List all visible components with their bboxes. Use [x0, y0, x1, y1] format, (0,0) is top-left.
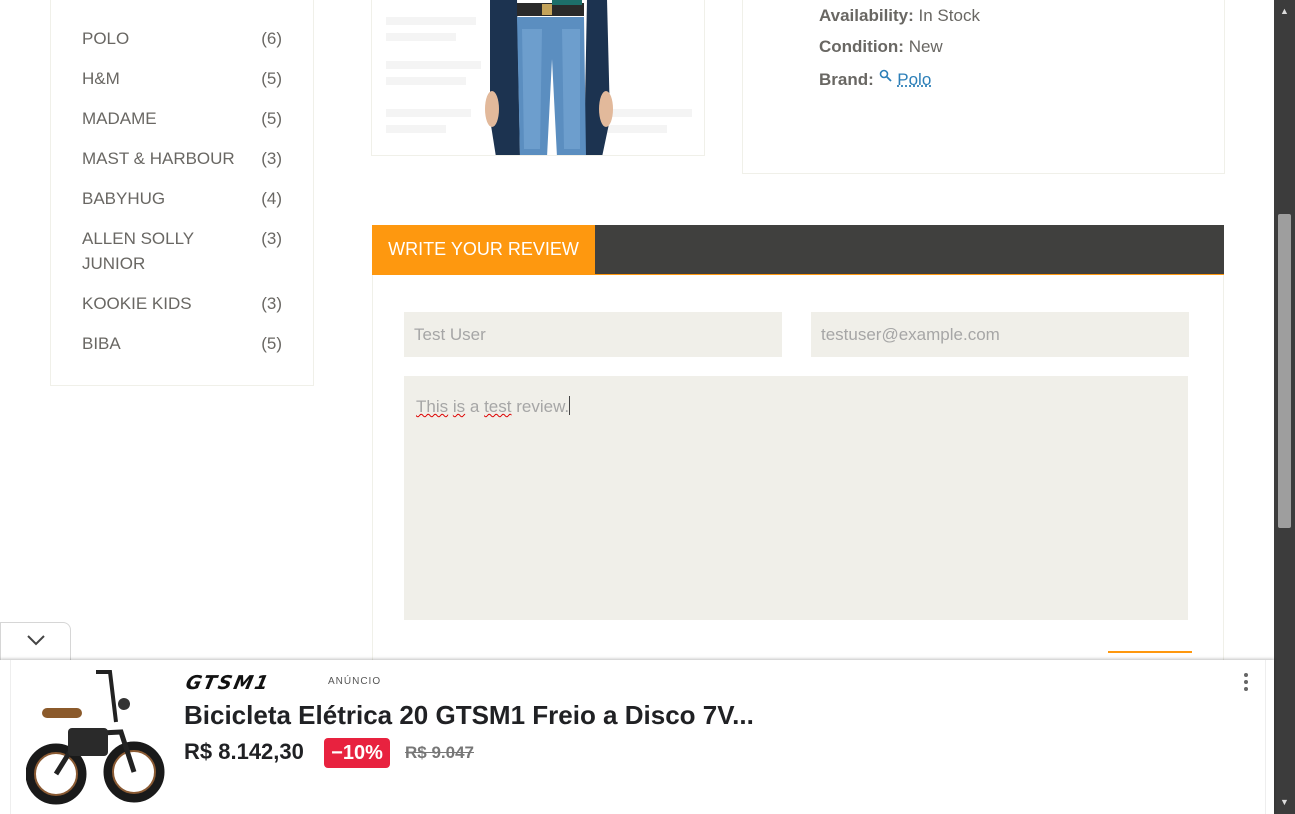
brand-name[interactable]: H&M: [82, 66, 252, 91]
chevron-down-icon: [27, 635, 45, 646]
ad-title[interactable]: Bicicleta Elétrica 20 GTSM1 Freio a Disc…: [184, 700, 754, 731]
brand-count: (5): [261, 109, 282, 128]
more-vert-icon[interactable]: [1238, 670, 1254, 694]
ad-product-image[interactable]: [26, 662, 176, 812]
brand-name[interactable]: KOOKIE KIDS: [82, 291, 252, 316]
brand-row: Brand: Polo: [819, 69, 931, 90]
ad-brand-logo[interactable]: GTSM1: [184, 672, 273, 694]
product-image-box: [371, 0, 705, 156]
arrow-up-icon[interactable]: ▲: [1274, 3, 1295, 20]
brand-count: (4): [261, 189, 282, 208]
scrollbar-thumb[interactable]: [1278, 214, 1291, 528]
brand-label: Brand:: [819, 70, 874, 89]
brand-count: (6): [261, 29, 282, 48]
condition-row: Condition: New: [819, 37, 943, 57]
ad-collapse-button[interactable]: [0, 622, 71, 660]
submit-button[interactable]: [1108, 651, 1192, 653]
arrow-down-icon[interactable]: ▼: [1274, 794, 1295, 811]
name-field[interactable]: Test User: [404, 312, 782, 357]
scrollbar[interactable]: ▲ ▼: [1274, 0, 1295, 814]
brand-name[interactable]: MADAME: [82, 106, 252, 131]
brand-link[interactable]: Polo: [897, 70, 931, 89]
availability-row: Availability: In Stock: [819, 6, 980, 26]
review-word: test: [484, 397, 512, 416]
brands-panel: POLO (6) H&M (5) MADAME (5) MAST & HARBO…: [50, 0, 314, 386]
search-icon: [879, 69, 892, 82]
email-field[interactable]: testuser@example.com: [811, 312, 1189, 357]
brand-name[interactable]: MAST & HARBOUR: [82, 146, 282, 171]
brand-count: (3): [261, 229, 282, 248]
brand-count: (3): [261, 294, 282, 313]
review-word: review.: [516, 397, 570, 416]
availability-label: Availability:: [819, 6, 914, 25]
brand-name[interactable]: POLO: [82, 26, 252, 51]
ad-price: R$ 8.142,30: [184, 739, 304, 764]
product-info-box: Availability: In Stock Condition: New Br…: [742, 0, 1225, 174]
review-word: a: [469, 397, 480, 416]
availability-value: In Stock: [918, 6, 980, 25]
product-image: [386, 0, 692, 155]
brand-name[interactable]: BABYHUG: [82, 186, 252, 211]
brand-count: (3): [261, 149, 282, 168]
review-textarea[interactable]: This is a test review.: [404, 376, 1188, 620]
ad-label: ANÚNCIO: [328, 676, 382, 687]
tab-write-review[interactable]: WRITE YOUR REVIEW: [372, 225, 595, 274]
brand-name[interactable]: BIBA: [82, 331, 252, 356]
condition-value: New: [908, 37, 943, 56]
review-word: is: [452, 397, 466, 416]
brand-name[interactable]: ALLEN SOLLY JUNIOR: [82, 226, 222, 276]
text-cursor: [569, 396, 571, 415]
review-tabbar: WRITE YOUR REVIEW: [372, 225, 1224, 275]
brand-count: (5): [261, 69, 282, 88]
condition-label: Condition:: [819, 37, 904, 56]
ad-old-price: R$ 9.047: [405, 743, 474, 762]
brand-count: (5): [261, 334, 282, 353]
ad-discount-badge: −10%: [324, 738, 390, 768]
review-word: This: [416, 397, 449, 416]
